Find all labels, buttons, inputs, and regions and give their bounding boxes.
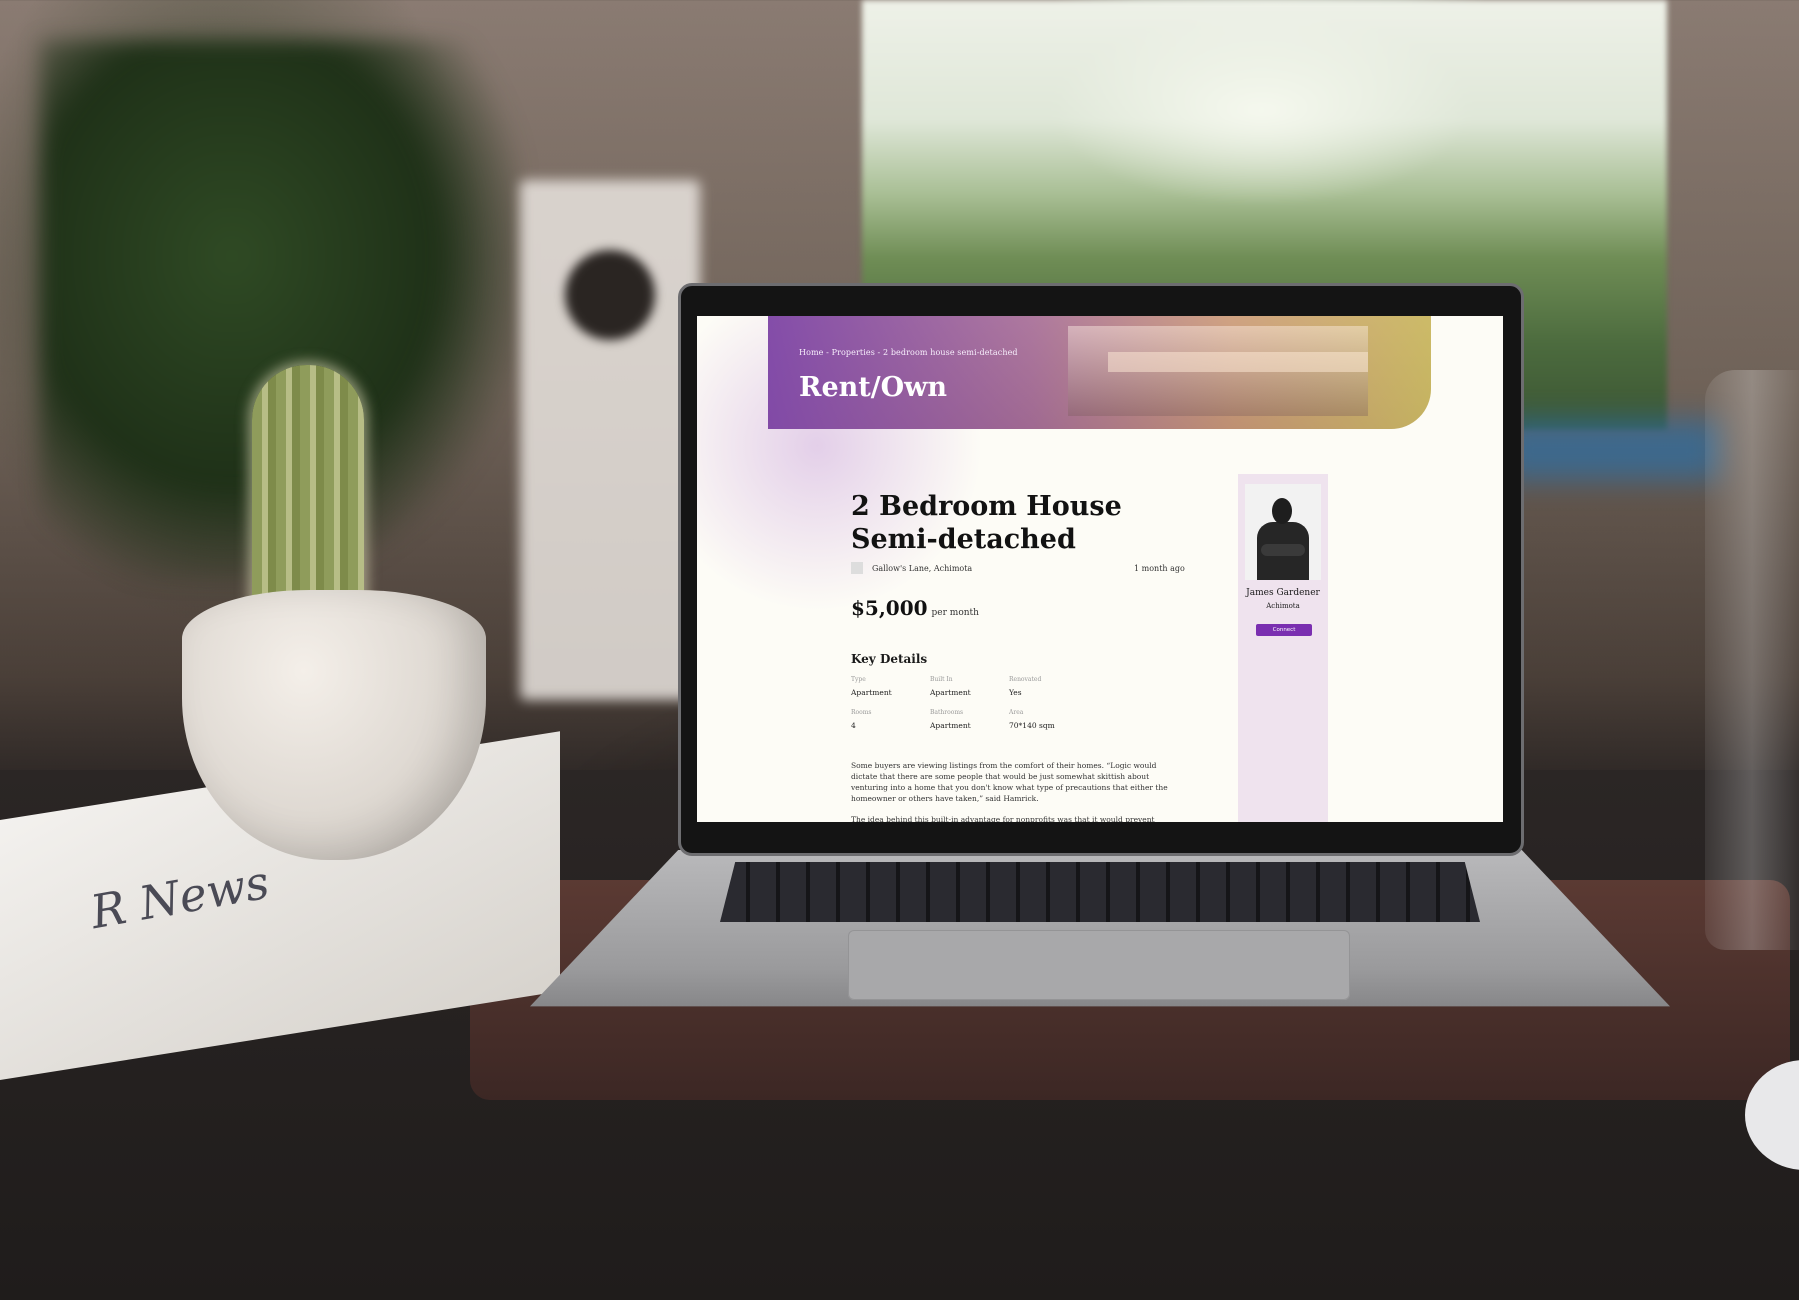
agent-name: James Gardener [1246,588,1320,598]
listing-description: Some buyers are viewing listings from th… [851,760,1176,822]
agent-photo-head [1272,498,1292,524]
listing-price-unit: per month [931,608,979,618]
key-details-grid: Type Apartment Built In Apartment Renova… [851,676,1176,730]
detail-label: Built In [930,676,953,683]
page-title: Rent/Own [799,372,947,403]
listing-title-line2: Semi-detached [851,524,1076,555]
listing-meta: Gallow's Lane, Achimota 1 month ago [851,562,1185,576]
listing-location: Gallow's Lane, Achimota [872,564,973,573]
trackpad [848,930,1350,1000]
cactus [252,365,364,627]
keyboard [720,862,1480,922]
key-details-heading: Key Details [851,652,928,666]
listing-title-line1: 2 Bedroom House [851,491,1122,522]
tv-glow [1500,420,1720,480]
detail-label: Area [1009,709,1024,716]
detail-label: Rooms [851,709,872,716]
description-paragraph: Some buyers are viewing listings from th… [851,761,1168,803]
breadcrumb[interactable]: Home - Properties - 2 bedroom house semi… [799,348,1018,357]
detail-item: Area 70*140 sqm [1009,709,1088,730]
detail-item: Rooms 4 [851,709,930,730]
hero-banner: Home - Properties - 2 bedroom house semi… [768,316,1431,429]
detail-value: 4 [851,721,856,730]
listing-posted: 1 month ago [1134,564,1185,573]
detail-value: Yes [1009,688,1022,697]
detail-label: Renovated [1009,676,1042,683]
agent-photo [1245,484,1321,580]
detail-item: Built In Apartment [930,676,1009,697]
agent-location: Achimota [1266,602,1300,610]
detail-label: Bathrooms [930,709,964,716]
agent-photo-arms [1261,544,1305,556]
agent-card: James Gardener Achimota Connect [1238,474,1328,822]
listing-price-row: $5,000 per month [851,596,1176,620]
detail-label: Type [851,676,866,683]
detail-item: Bathrooms Apartment [930,709,1009,730]
photo-scene: R News Home - Properties - 2 bedroom hou… [0,0,1799,1300]
connect-button[interactable]: Connect [1256,624,1312,636]
description-paragraph: The idea behind this built-in advantage … [851,815,1155,822]
hero-building-balcony [1108,352,1368,372]
detail-value: Apartment [930,688,971,697]
speaker-cone [565,250,655,340]
listing-price: $5,000 [851,596,928,620]
detail-value: Apartment [930,721,971,730]
detail-value: Apartment [851,688,892,697]
laptop-screen: Home - Properties - 2 bedroom house semi… [697,316,1503,822]
glass-bottle [1705,370,1799,950]
listing-title: 2 Bedroom House Semi-detached [851,490,1176,556]
listing-main: 2 Bedroom House Semi-detached Gallow's L… [851,490,1185,822]
detail-item: Type Apartment [851,676,930,697]
location-pin-icon [851,562,863,574]
detail-item: Renovated Yes [1009,676,1088,697]
detail-value: 70*140 sqm [1009,721,1055,730]
